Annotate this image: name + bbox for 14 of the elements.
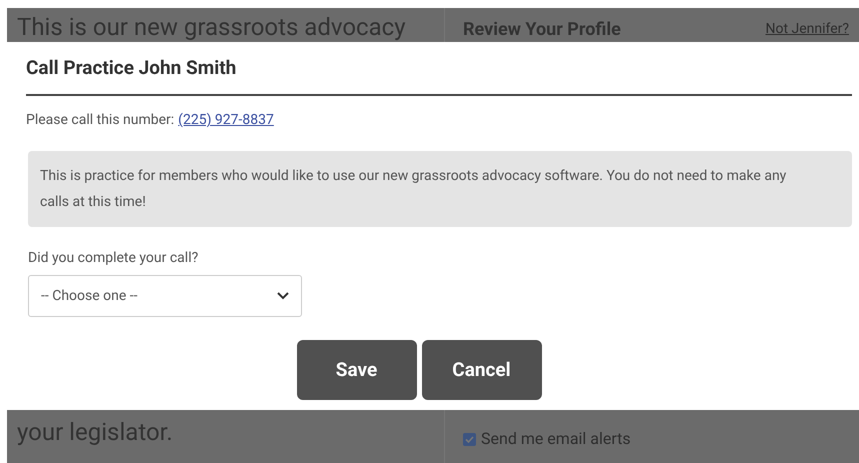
notice-box: This is practice for members who would like to use our new grassroots advocacy software. You do not need to make any calls at this time!: [28, 151, 852, 227]
call-prompt: Please call this number:: [26, 111, 174, 130]
checkbox-label: Send me email alerts: [481, 428, 631, 450]
checkbox[interactable]: [463, 432, 476, 446]
dialog-title: Call Practice John Smith: [26, 56, 238, 80]
page-heading: your legislator.: [17, 418, 173, 446]
profile-title: Review Your Profile: [463, 18, 621, 42]
page-heading: This is our new grassroots advocacy: [17, 15, 406, 39]
cancel-button[interactable]: Cancel: [422, 340, 542, 400]
phone-link[interactable]: (225) 927-8837: [178, 110, 274, 131]
question-label: Did you complete your call?: [28, 249, 200, 268]
chevron-down-icon: [277, 292, 289, 300]
call-select[interactable]: -- Choose one --: [28, 275, 302, 317]
save-button[interactable]: Save: [296, 340, 416, 400]
